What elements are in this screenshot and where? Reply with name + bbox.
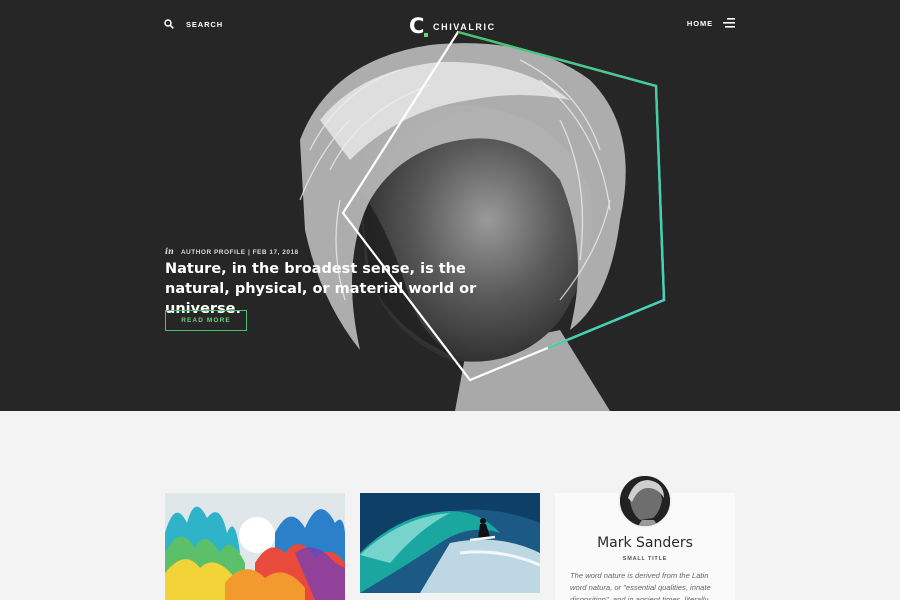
logo-dot [424,33,428,37]
menu-icon [723,18,735,28]
read-more-button[interactable]: READ MORE [165,310,247,331]
avatar-image [620,476,670,526]
top-navigation: SEARCH C CHIVALRIC HOME [0,0,900,52]
post-category-date[interactable]: AUTHOR PROFILE | FEB 17, 2018 [181,249,299,256]
author-bio: The word nature is derived from the Lati… [570,571,711,600]
search-icon [164,19,174,29]
post-card-abstract-image[interactable] [165,493,345,600]
logo-text: CHIVALRIC [433,22,496,32]
author-name[interactable]: Mark Sanders [555,535,735,551]
abstract-artwork-image [165,493,345,600]
home-label: HOME [686,18,713,28]
hero-section: SEARCH C CHIVALRIC HOME in AUTHOR PROFIL… [0,0,900,411]
logo-mark: C [409,14,428,38]
home-menu-button[interactable]: HOME [687,18,735,28]
logo-mark-letter: C [409,14,425,38]
author-subtitle: SMALL TITLE [622,556,668,562]
author-avatar[interactable] [618,474,672,528]
site-logo[interactable]: C CHIVALRIC [409,15,496,37]
surfer-wave-image [360,493,540,593]
search-button[interactable]: SEARCH [164,19,223,29]
hero-portrait-image [299,30,666,411]
post-card-surf-image[interactable] [360,493,540,593]
search-label: SEARCH [186,19,224,29]
post-meta: in AUTHOR PROFILE | FEB 17, 2018 [165,246,299,256]
meta-in-label: in [165,246,174,256]
